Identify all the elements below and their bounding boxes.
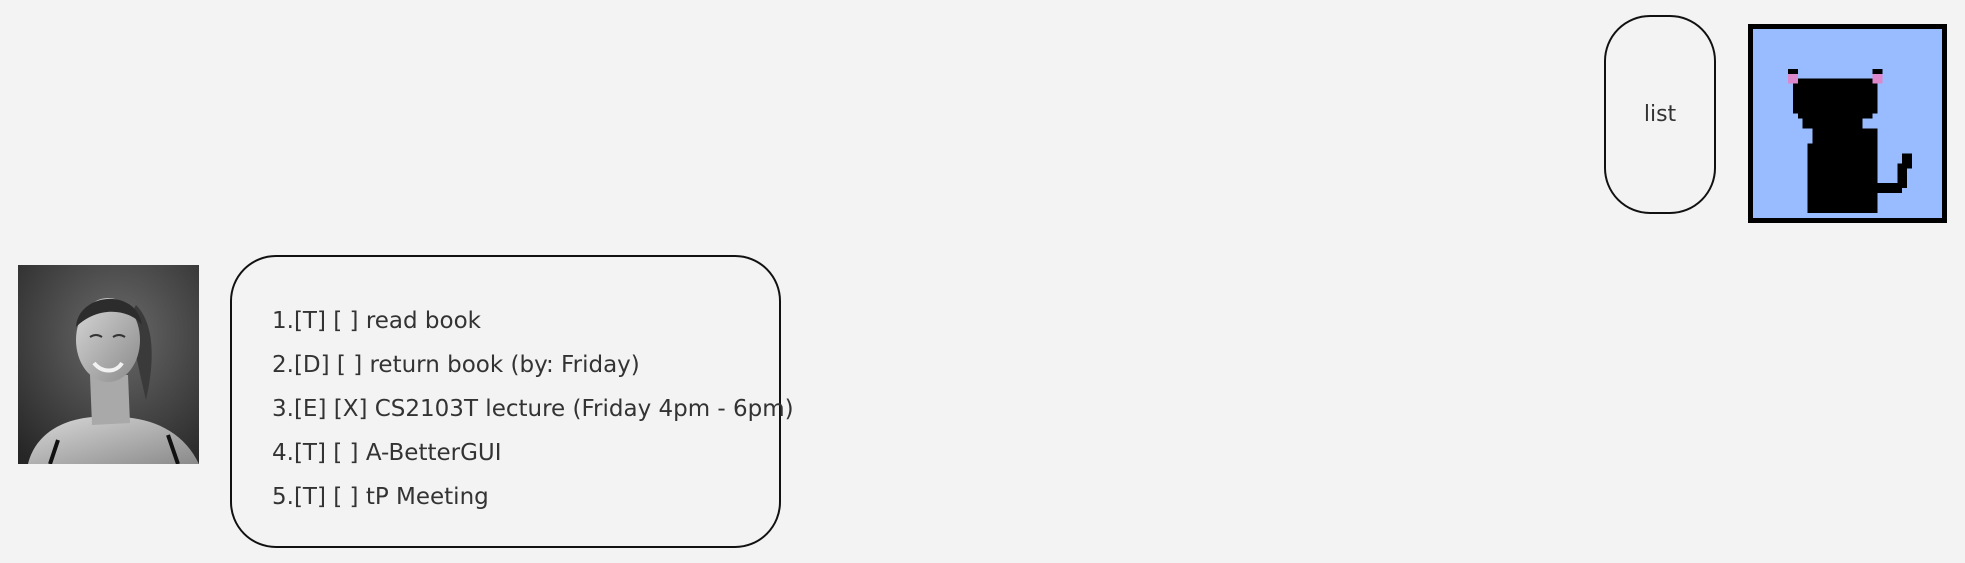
task-list-item: 3.[E] [X] CS2103T lecture (Friday 4pm - …	[272, 396, 794, 422]
task-list-item: 1.[T] [ ] read book	[272, 308, 481, 334]
task-list-item: 4.[T] [ ] A-BetterGUI	[272, 440, 502, 466]
task-list-item: 5.[T] [ ] tP Meeting	[272, 484, 489, 510]
cat-avatar-icon	[1748, 24, 1947, 223]
smiling-woman-avatar-icon	[18, 265, 199, 464]
user-message-text: list	[1643, 102, 1677, 127]
bot-avatar	[18, 265, 199, 464]
bot-message-bubble: 1.[T] [ ] read book 2.[D] [ ] return boo…	[230, 255, 794, 548]
task-list-item: 2.[D] [ ] return book (by: Friday)	[272, 352, 640, 378]
user-message-bubble: list	[1604, 15, 1716, 214]
